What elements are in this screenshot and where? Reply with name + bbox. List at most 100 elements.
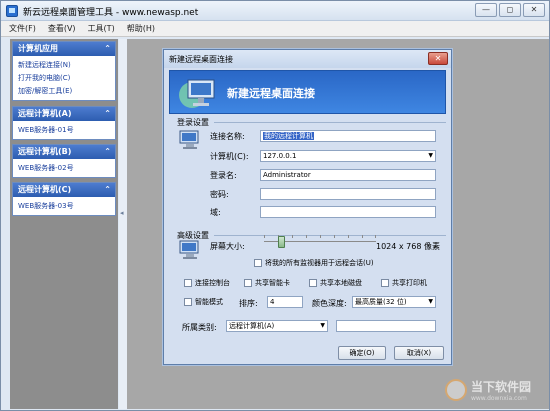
menu-bar: 文件(F) 查看(V) 工具(T) 帮助(H) — [1, 21, 549, 37]
category-value: 远程计算机(A) — [229, 322, 275, 330]
username-input[interactable]: Administrator — [260, 169, 436, 181]
collapse-chevron-icon[interactable]: ⌃ — [104, 42, 111, 56]
dialog-title: 新建远程桌面连接 — [169, 55, 233, 64]
sidebar-group-header[interactable]: 计算机应用 ⌃ — [13, 42, 115, 56]
connection-name-value: 我的远程计算机 — [263, 132, 314, 140]
server-01-link[interactable]: WEB服务器-01号 — [18, 124, 111, 137]
slider-tick — [362, 235, 363, 238]
new-connection-link[interactable]: 新建远程连接(N) — [18, 59, 111, 72]
group-title: 计算机应用 — [18, 44, 58, 53]
console-checkbox[interactable]: 连接控制台 — [184, 278, 230, 288]
checkbox-box[interactable] — [381, 279, 389, 287]
screen-size-value: 1024 x 768 像素 — [376, 242, 440, 251]
slider-tick — [334, 235, 335, 238]
console-label: 连接控制台 — [195, 279, 230, 287]
computer-address-combo[interactable]: 127.0.0.1 ▼ — [260, 150, 436, 162]
dialog-close-button[interactable]: ✕ — [428, 52, 448, 65]
checkbox-box[interactable] — [244, 279, 252, 287]
group-title: 远程计算机(C) — [18, 185, 72, 194]
username-value: Administrator — [263, 171, 311, 179]
smartmode-checkbox[interactable]: 智能模式 — [184, 297, 223, 307]
computer-icon — [179, 130, 199, 149]
close-button[interactable]: ✕ — [523, 3, 545, 17]
dropdown-arrow-icon[interactable]: ▼ — [320, 321, 325, 331]
printer-checkbox[interactable]: 共享打印机 — [381, 278, 427, 288]
slider-tick — [375, 235, 376, 238]
name-label: 连接名称: — [210, 132, 245, 141]
banner-title: 新建远程桌面连接 — [227, 87, 315, 100]
collapse-chevron-icon[interactable]: ⌃ — [104, 183, 111, 197]
checkbox-box[interactable] — [184, 298, 192, 306]
sidebar-group-b: 远程计算机(B) ⌃ WEB服务器-02号 — [12, 144, 116, 178]
sidebar-group-header[interactable]: 远程计算机(B) ⌃ — [13, 145, 115, 159]
domain-input[interactable] — [260, 206, 436, 218]
sidebar-group-header[interactable]: 远程计算机(A) ⌃ — [13, 107, 115, 121]
sidebar-group-header[interactable]: 远程计算机(C) ⌃ — [13, 183, 115, 197]
collapse-chevron-icon[interactable]: ⌃ — [104, 107, 111, 121]
category-label: 所属类别: — [182, 323, 217, 332]
order-label: 排序: — [239, 299, 258, 308]
title-bar: 新云远程桌面管理工具 - www.newasp.net — ◻ ✕ — [1, 1, 549, 21]
domain-label: 域: — [210, 208, 221, 217]
disk-label: 共享本地磁盘 — [320, 279, 362, 287]
color-depth-label: 颜色深度: — [312, 299, 347, 308]
connection-name-input[interactable]: 我的远程计算机 — [260, 130, 436, 142]
open-my-computer-link[interactable]: 打开我的电脑(C) — [18, 72, 111, 85]
username-label: 登录名: — [210, 171, 237, 180]
ok-button[interactable]: 确定(O) — [338, 346, 386, 360]
maximize-button[interactable]: ◻ — [499, 3, 521, 17]
multimonitor-checkbox[interactable]: 将我的所有监视器用于远程会话(U) — [254, 258, 374, 268]
cancel-button[interactable]: 取消(X) — [394, 346, 444, 360]
smartmode-label: 智能模式 — [195, 298, 223, 306]
menu-tools[interactable]: 工具(T) — [88, 23, 115, 34]
menu-help[interactable]: 帮助(H) — [127, 23, 155, 34]
remote-desktop-logo-icon — [179, 79, 215, 108]
group-title: 远程计算机(A) — [18, 109, 72, 118]
server-03-link[interactable]: WEB服务器-03号 — [18, 200, 111, 213]
disk-checkbox[interactable]: 共享本地磁盘 — [309, 278, 362, 288]
section-divider — [214, 122, 446, 123]
window-title: 新云远程桌面管理工具 - www.newasp.net — [23, 8, 199, 18]
minimize-button[interactable]: — — [475, 3, 497, 17]
section-divider — [214, 235, 446, 236]
menu-view[interactable]: 查看(V) — [48, 23, 76, 34]
password-input[interactable] — [260, 188, 436, 200]
new-connection-dialog: 新建远程桌面连接 ✕ 新建远程桌面连接 登录设置 连接名称: 我的远程计算机 计… — [163, 49, 452, 365]
sidebar: 计算机应用 ⌃ 新建远程连接(N) 打开我的电脑(C) 加密/解密工具(E) 远… — [10, 39, 118, 409]
printer-label: 共享打印机 — [392, 279, 427, 287]
sidebar-group-a: 远程计算机(A) ⌃ WEB服务器-01号 — [12, 106, 116, 140]
collapse-chevron-icon[interactable]: ⌃ — [104, 145, 111, 159]
slider-tick — [348, 235, 349, 238]
slider-tick — [320, 235, 321, 238]
sidebar-group-c: 远程计算机(C) ⌃ WEB服务器-03号 — [12, 182, 116, 216]
password-label: 密码: — [210, 190, 229, 199]
sidebar-group-apps: 计算机应用 ⌃ 新建远程连接(N) 打开我的电脑(C) 加密/解密工具(E) — [12, 41, 116, 101]
watermark-title: 当下软件园 — [470, 380, 531, 394]
color-depth-select[interactable]: 最高质量(32 位) ▼ — [352, 296, 436, 308]
checkbox-box[interactable] — [184, 279, 192, 287]
dropdown-arrow-icon[interactable]: ▼ — [428, 297, 433, 307]
server-02-link[interactable]: WEB服务器-02号 — [18, 162, 111, 175]
checkbox-box[interactable] — [254, 259, 262, 267]
monitor-icon — [179, 240, 199, 259]
dialog-banner: 新建远程桌面连接 — [169, 70, 446, 114]
smartcard-checkbox[interactable]: 共享智能卡 — [244, 278, 290, 288]
panel-splitter[interactable] — [119, 39, 127, 409]
screen-size-slider-thumb[interactable] — [277, 236, 285, 248]
category-select[interactable]: 远程计算机(A) ▼ — [226, 320, 328, 332]
screen-size-label: 屏幕大小: — [210, 242, 245, 251]
watermark: 当下软件园 www.downxia.com — [444, 378, 531, 402]
checkbox-box[interactable] — [309, 279, 317, 287]
computer-label: 计算机(C): — [210, 152, 249, 161]
dropdown-arrow-icon[interactable]: ▼ — [428, 151, 433, 161]
slider-tick — [264, 235, 265, 238]
multimonitor-label: 将我的所有监视器用于远程会话(U) — [265, 259, 374, 267]
group-title: 远程计算机(B) — [18, 147, 72, 156]
watermark-logo-icon — [444, 379, 467, 401]
watermark-subtitle: www.downxia.com — [470, 395, 527, 402]
order-input[interactable]: 4 — [267, 296, 303, 308]
menu-file[interactable]: 文件(F) — [9, 23, 36, 34]
smartcard-label: 共享智能卡 — [255, 279, 290, 287]
category-extra-input[interactable] — [336, 320, 436, 332]
encrypt-tool-link[interactable]: 加密/解密工具(E) — [18, 85, 111, 98]
